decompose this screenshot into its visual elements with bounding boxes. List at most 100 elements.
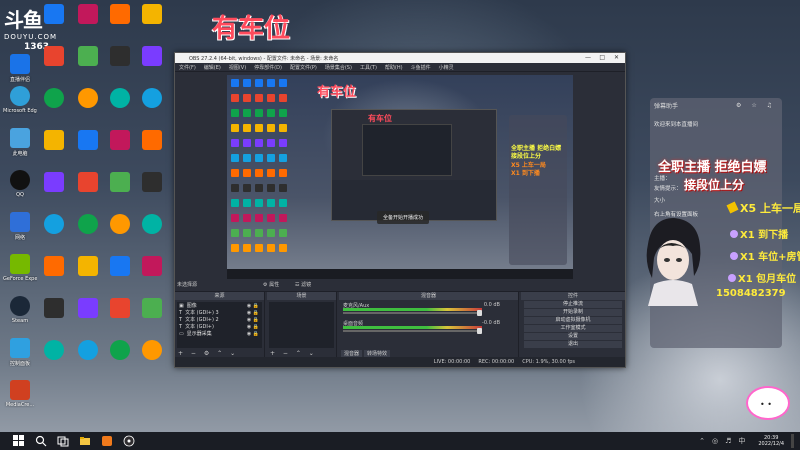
mixer-channel-mic[interactable]: 麦克风/Aux 0.0 dB <box>343 302 512 316</box>
menu-view[interactable]: 视图(V) <box>229 64 246 71</box>
visibility-eye-icon[interactable]: ◉ 🔒 <box>247 331 259 337</box>
virtual-camera-button[interactable]: 启动虚拟摄像机 <box>524 317 622 324</box>
visibility-eye-icon[interactable]: ◉ 🔒 <box>247 303 259 309</box>
desktop-app-icon[interactable] <box>38 298 70 332</box>
desktop-app-icon[interactable] <box>72 130 104 164</box>
desktop-app-icon[interactable] <box>136 46 168 80</box>
scenes-toolbar[interactable]: + − ⌃ ⌄ <box>270 350 317 357</box>
obs-taskbar-icon[interactable] <box>122 435 136 447</box>
menu-file[interactable]: 文件(F) <box>179 64 196 71</box>
desktop-app-icon[interactable] <box>136 172 168 206</box>
close-icon[interactable]: ✕ <box>614 54 619 61</box>
exit-button[interactable]: 退出 <box>524 341 622 348</box>
desktop-app-icon[interactable] <box>72 4 104 38</box>
mixer-channel-desktop[interactable]: 桌面音频 -0.0 dB <box>343 320 512 334</box>
desktop-app-icon[interactable] <box>136 340 168 374</box>
show-desktop-button[interactable] <box>791 434 794 448</box>
desktop-app-icon[interactable] <box>104 88 136 122</box>
visibility-eye-icon[interactable]: ◉ 🔒 <box>247 310 259 316</box>
volume-tray-icon[interactable]: ♬ <box>725 437 731 445</box>
menu-profile[interactable]: 配置文件(P) <box>290 64 317 71</box>
desktop-icon[interactable]: QQ <box>4 170 36 204</box>
desktop-app-icon[interactable] <box>38 256 70 290</box>
task-view-icon[interactable] <box>56 435 70 447</box>
start-recording-button[interactable]: 开始录制 <box>524 309 622 316</box>
settings-button[interactable]: 设置 <box>524 333 622 340</box>
desktop-app-icon[interactable] <box>72 46 104 80</box>
menu-edit[interactable]: 编辑(E) <box>204 64 221 71</box>
desktop-app-icon[interactable] <box>104 46 136 80</box>
menu-docks[interactable]: 停靠部件(D) <box>254 64 282 71</box>
ime-tray-icon[interactable]: 中 <box>738 436 745 446</box>
desktop-app-icon[interactable] <box>38 340 70 374</box>
menu-douyu-plugin[interactable]: 斗鱼插件 <box>411 64 431 71</box>
visibility-eye-icon[interactable]: ◉ 🔒 <box>247 324 259 330</box>
source-item[interactable]: ▣ 图像 ◉ 🔒 <box>177 302 262 310</box>
desktop-app-icon[interactable] <box>104 172 136 206</box>
desktop-app-icon[interactable] <box>38 88 70 122</box>
menu-help[interactable]: 帮助(H) <box>385 64 403 71</box>
desktop-app-icon[interactable] <box>104 256 136 290</box>
sources-list[interactable]: ▣ 图像 ◉ 🔒 T 文本 (GDI+) 3 ◉ 🔒 T 文本 (GDI+) 2 ◉ 🔒 T… <box>177 302 262 348</box>
scenes-list[interactable] <box>269 302 334 348</box>
desktop-app-icon[interactable] <box>72 298 104 332</box>
desktop-app-icon[interactable] <box>38 172 70 206</box>
menu-scene-collection[interactable]: 场景集合(S) <box>325 64 352 71</box>
desktop-app-icon[interactable] <box>136 130 168 164</box>
desktop-app-icon[interactable] <box>104 214 136 248</box>
desktop-app-icon[interactable] <box>104 130 136 164</box>
desktop-app-icon[interactable] <box>136 214 168 248</box>
desktop-icon[interactable]: Microsoft Edge <box>3 86 37 120</box>
volume-slider[interactable] <box>343 310 482 316</box>
desktop-app-icon[interactable] <box>72 256 104 290</box>
menu-sprite[interactable]: 小精灵 <box>439 64 454 71</box>
desktop-app-icon[interactable] <box>72 172 104 206</box>
desktop-icon[interactable]: GeForce Experience <box>3 254 37 288</box>
chat-toolbar-icons[interactable]: ⚙ ☆ ♫ <box>736 102 776 109</box>
desktop-app-icon[interactable] <box>72 214 104 248</box>
search-icon[interactable] <box>34 435 48 447</box>
desktop-app-icon[interactable] <box>72 340 104 374</box>
desktop-icon[interactable]: Steam <box>4 296 36 330</box>
desktop-icon[interactable]: MediaCre... <box>4 380 36 414</box>
filters-button[interactable]: ☲ 滤镜 <box>295 281 311 288</box>
desktop-app-icon[interactable] <box>38 4 70 38</box>
slider-knob[interactable] <box>477 328 482 334</box>
maximize-icon[interactable]: □ <box>599 54 605 61</box>
studio-mode-button[interactable]: 工作室模式 <box>524 325 622 332</box>
source-item[interactable]: T 文本 (GDI+) 2 ◉ 🔒 <box>177 316 262 324</box>
sources-toolbar[interactable]: + − ⚙ ⌃ ⌄ <box>178 350 238 357</box>
tray-up-arrow-icon[interactable]: ⌃ <box>699 437 705 445</box>
taskbar-clock[interactable]: 20:39 2022/12/4 <box>758 435 784 447</box>
slider-knob[interactable] <box>477 310 482 316</box>
desktop-icon[interactable]: 网络 <box>4 212 36 246</box>
desktop-app-icon[interactable] <box>38 130 70 164</box>
tab-mixer[interactable]: 混音器 <box>341 350 363 357</box>
menu-tools[interactable]: 工具(T) <box>360 64 377 71</box>
desktop-app-icon[interactable] <box>104 298 136 332</box>
network-tray-icon[interactable]: ◎ <box>712 437 718 445</box>
desktop-icon[interactable]: 直播伴侣 <box>4 54 36 88</box>
tab-transitions[interactable]: 转场特效 <box>364 350 391 357</box>
desktop-app-icon[interactable] <box>72 88 104 122</box>
source-item[interactable]: T 文本 (GDI+) ◉ 🔒 <box>177 323 262 331</box>
desktop-app-icon[interactable] <box>136 4 168 38</box>
windows-start-icon[interactable] <box>12 435 26 447</box>
desktop-app-icon[interactable] <box>38 214 70 248</box>
source-item[interactable]: T 文本 (GDI+) 3 ◉ 🔒 <box>177 309 262 317</box>
visibility-eye-icon[interactable]: ◉ 🔒 <box>247 317 259 323</box>
desktop-app-icon[interactable] <box>136 256 168 290</box>
file-explorer-icon[interactable] <box>78 435 92 447</box>
stop-streaming-button[interactable]: 停止推流 <box>524 301 622 308</box>
desktop-app-icon[interactable] <box>136 88 168 122</box>
desktop-icon[interactable]: 此电脑 <box>4 128 36 162</box>
desktop-app-icon[interactable] <box>38 46 70 80</box>
desktop-app-icon[interactable] <box>104 4 136 38</box>
properties-button[interactable]: ⚙ 属性 <box>263 281 279 288</box>
obs-titlebar[interactable]: OBS 27.2.4 (64-bit, windows) - 配置文件: 未命名… <box>175 53 625 63</box>
source-item[interactable]: ▭ 显示器采集 ◉ 🔒 <box>177 330 262 338</box>
desktop-app-icon[interactable] <box>136 298 168 332</box>
douyu-app-icon[interactable] <box>100 435 114 447</box>
desktop-icon[interactable]: 控制面板 <box>4 338 36 372</box>
obs-preview[interactable]: 有车位 有车位 全备开始开播成功 全职主播 拒绝白嫖 接段位上分 X5 上车一局… <box>227 75 573 279</box>
